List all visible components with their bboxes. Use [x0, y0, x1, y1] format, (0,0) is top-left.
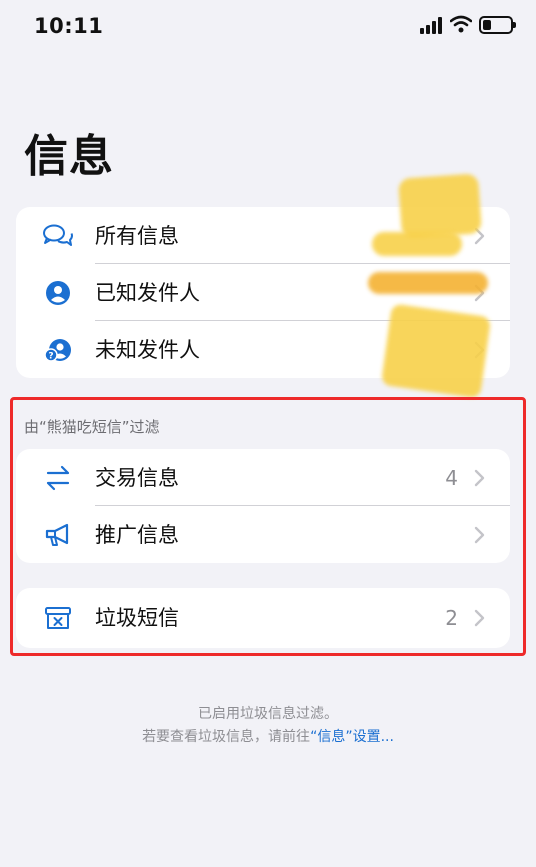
footer-settings-hint: 若要查看垃圾信息，请前往“信息”设置...: [0, 726, 536, 746]
known-senders-label: 已知发件人: [95, 281, 200, 305]
battery-icon: [479, 16, 516, 34]
footer-hint-text: 若要查看垃圾信息，请前往: [142, 729, 311, 745]
redaction-mark: [398, 173, 482, 239]
person-question-icon: ?: [42, 335, 74, 365]
footer-note: 已启用垃圾信息过滤。: [198, 706, 338, 722]
status-time: 10:11: [34, 14, 104, 38]
wifi-icon: [450, 15, 472, 33]
person-circle-icon: [42, 278, 74, 308]
unknown-senders-label: 未知发件人: [95, 338, 200, 362]
all-messages-label: 所有信息: [95, 224, 179, 248]
svg-text:?: ?: [48, 352, 53, 362]
redaction-mark: [380, 303, 492, 399]
cellular-signal-icon: [420, 17, 444, 34]
messages-settings-link[interactable]: “信息”设置...: [310, 729, 394, 745]
redaction-mark: [372, 232, 462, 256]
status-bar: 10:11: [0, 0, 536, 52]
highlight-frame: [10, 397, 526, 656]
chat-bubbles-icon: [42, 221, 74, 251]
redaction-mark: [368, 272, 488, 294]
page-title: 信息: [24, 131, 114, 182]
